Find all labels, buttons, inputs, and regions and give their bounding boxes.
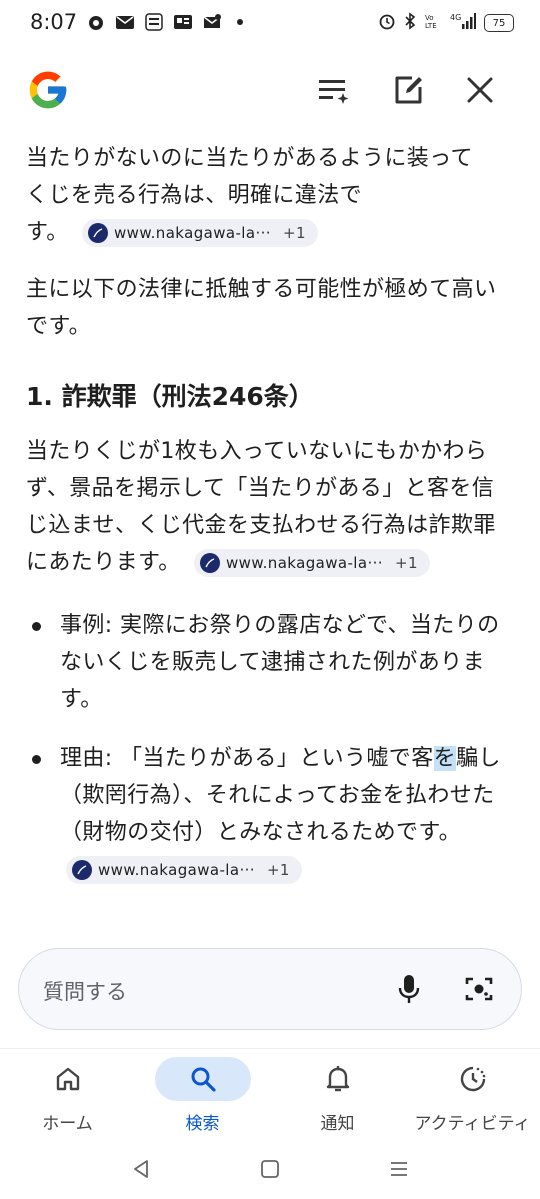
alarm-icon (378, 12, 396, 34)
status-bar: 8:07 Vo LTE 4G 75 (0, 0, 540, 46)
battery-level: 75 (492, 17, 506, 29)
more-notifications-dot (237, 19, 243, 25)
message-icon (202, 12, 222, 32)
source-site: www.nakagawa-la··· (226, 554, 383, 572)
source-site: www.nakagawa-la··· (114, 224, 271, 242)
section-heading: 1. 詐欺罪（刑法246条） (26, 382, 314, 411)
search-icon (154, 1057, 251, 1101)
back-icon[interactable] (126, 1154, 156, 1184)
status-time: 8:07 (30, 10, 78, 34)
system-icons: Vo LTE 4G 75 (378, 12, 514, 34)
site-favicon-icon (200, 553, 221, 573)
ask-input-box[interactable]: 質問する (18, 948, 522, 1030)
nav-activity[interactable]: アクティビティ (405, 1057, 540, 1141)
nav-home[interactable]: ホーム (0, 1057, 135, 1141)
mic-icon[interactable] (391, 971, 427, 1007)
bottom-navigation: ホーム 検索 通知 アクティビティ (0, 1048, 540, 1141)
section-paragraph: 当たりくじが1枚も入っていないにもかかわらず、景品を掲示して「当たりがある」と客… (26, 433, 514, 581)
svg-text:Vo: Vo (425, 14, 434, 22)
nav-search-label: 検索 (185, 1114, 220, 1134)
source-chip[interactable]: www.nakagawa-la··· +1 (66, 856, 302, 884)
site-favicon-icon (72, 860, 92, 880)
lead-paragraph: 主に以下の法律に抵触する可能性が極めて高いです。 (26, 277, 497, 339)
system-navigation-bar (0, 1140, 540, 1199)
lens-camera-icon[interactable] (461, 971, 497, 1007)
activity-icon (425, 1057, 521, 1101)
google-logo-icon[interactable] (26, 68, 70, 112)
list-sparkle-icon[interactable] (314, 70, 354, 110)
recents-menu-icon[interactable] (384, 1154, 414, 1184)
notification-icons (86, 12, 243, 32)
news-icon (173, 12, 193, 32)
source-more: +1 (394, 554, 418, 572)
source-chip[interactable]: www.nakagawa-la··· +1 (82, 219, 318, 247)
source-more: +1 (282, 224, 306, 242)
nav-notifications-label: 通知 (320, 1114, 355, 1134)
source-more: +1 (266, 861, 290, 879)
source-site: www.nakagawa-la··· (98, 861, 255, 879)
notification-app-icon (86, 12, 106, 32)
close-icon[interactable] (460, 70, 500, 110)
battery-icon: 75 (484, 14, 514, 32)
mail-icon (115, 12, 135, 32)
volte-icon: Vo LTE (424, 12, 442, 34)
edit-note-icon[interactable] (388, 70, 428, 110)
bluetooth-icon (404, 12, 416, 34)
app-header (0, 60, 540, 120)
source-chip[interactable]: www.nakagawa-la··· +1 (194, 549, 430, 577)
home-square-icon[interactable] (255, 1154, 285, 1184)
ask-input-placeholder[interactable]: 質問する (43, 976, 127, 1006)
svg-text:LTE: LTE (425, 22, 437, 30)
site-favicon-icon (88, 223, 109, 243)
nav-home-label: ホーム (42, 1114, 93, 1134)
manga-app-icon (144, 12, 164, 32)
bell-icon (290, 1057, 386, 1101)
svg-text:4G: 4G (450, 13, 461, 22)
bullet-text: 事例: 実際にお祭りの露店などで、当たりのないくじを販売して逮捕された例がありま… (60, 613, 500, 712)
intro-line-1: 当たりがないのに当たりがあるように装って (26, 146, 473, 171)
home-icon (20, 1057, 116, 1101)
bullet-text-before: 理由: 「当たりがある」という嘘で客 (60, 746, 434, 771)
intro-line-3: す。 (26, 220, 69, 245)
list-item: 事例: 実際にお祭りの露店などで、当たりのないくじを販売して逮捕された例がありま… (26, 607, 514, 718)
selected-text[interactable]: を (433, 746, 457, 771)
intro-paragraph: 当たりがないのに当たりがあるように装って くじを売る行為は、明確に違法で す。 … (26, 140, 514, 251)
intro-line-2: くじを売る行為は、明確に違法で (26, 183, 363, 208)
ai-answer-content: 当たりがないのに当たりがあるように装って くじを売る行為は、明確に違法で す。 … (26, 140, 514, 930)
nav-notifications[interactable]: 通知 (270, 1057, 405, 1141)
signal-4g-icon: 4G (450, 12, 476, 34)
list-item: 理由: 「当たりがある」という嘘で客を騙し（欺罔行為）、それによってお金を払わせ… (26, 740, 514, 888)
nav-search[interactable]: 検索 (135, 1057, 270, 1141)
nav-activity-label: アクティビティ (414, 1114, 531, 1134)
reason-list: 事例: 実際にお祭りの露店などで、当たりのないくじを販売して逮捕された例がありま… (26, 607, 514, 888)
